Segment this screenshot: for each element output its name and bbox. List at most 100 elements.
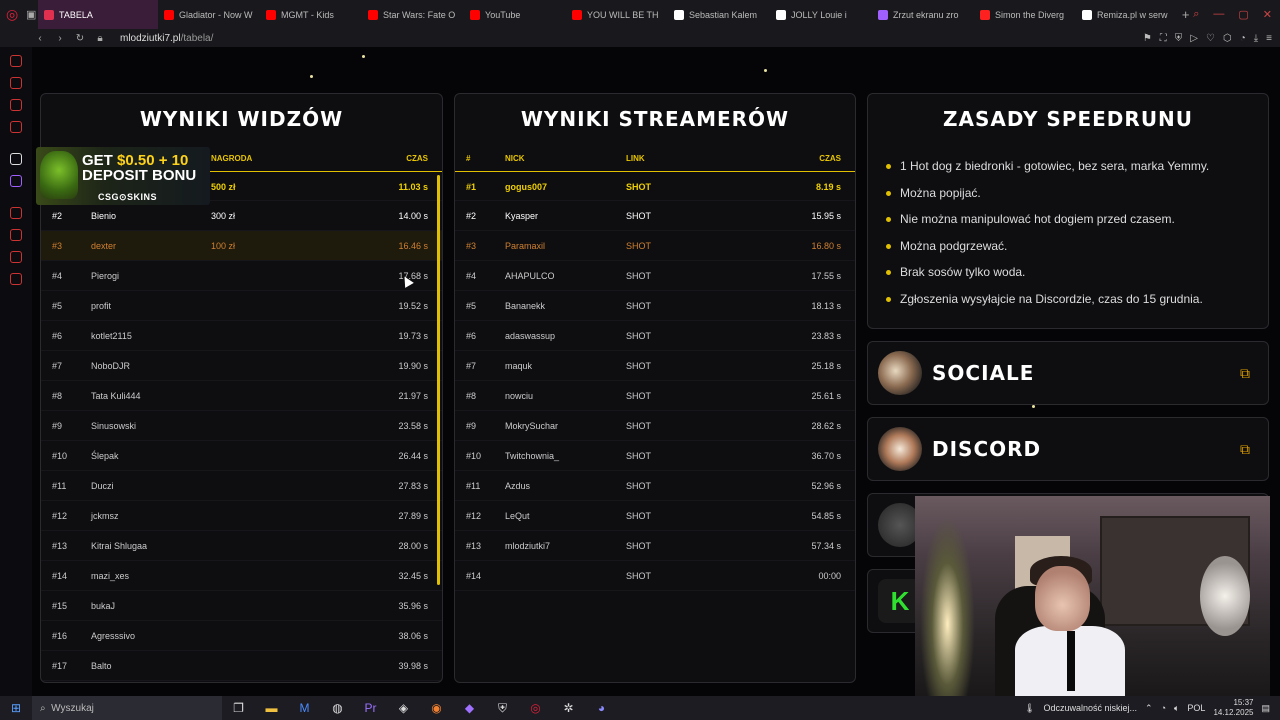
- tab-9[interactable]: Simon the Diverg: [974, 0, 1076, 29]
- arrow-icon[interactable]: [10, 153, 22, 165]
- messenger-icon[interactable]: [10, 99, 22, 111]
- cell-link[interactable]: SHOT: [626, 561, 651, 591]
- tab-1[interactable]: Gladiator - Now W: [158, 0, 260, 29]
- extensions-icon[interactable]: ⬡: [1223, 33, 1232, 44]
- clock-icon[interactable]: [10, 229, 22, 241]
- table-row: #11 Duczi 27.83 s: [41, 471, 442, 501]
- tab-8[interactable]: Zrzut ekranu zro: [872, 0, 974, 29]
- table-row: #16 Agresssivo 38.06 s: [41, 621, 442, 651]
- windows-start-icon[interactable]: ⊞: [0, 701, 32, 715]
- ad-banner[interactable]: GET $0.50 + 10 DEPOSIT BONU CSG⊙SKINS: [36, 147, 210, 205]
- aria-icon[interactable]: [10, 77, 22, 89]
- tab-5[interactable]: YOU WILL BE TH: [566, 0, 668, 29]
- player-icon[interactable]: [10, 207, 22, 219]
- shield-app-icon[interactable]: ⛨: [486, 701, 519, 716]
- cell-link[interactable]: SHOT: [626, 441, 651, 471]
- obsidian-icon[interactable]: ◆: [453, 701, 486, 715]
- cell-nick: kotlet2115: [91, 331, 132, 341]
- streamers-title: WYNIKI STREAMERÓW: [520, 107, 790, 131]
- notifications-icon[interactable]: ▤: [1261, 703, 1270, 714]
- clock[interactable]: 15:37 14.12.2025: [1213, 698, 1253, 718]
- close-icon[interactable]: ✕: [1263, 8, 1272, 21]
- tab-7[interactable]: JOLLY Louie i: [770, 0, 872, 29]
- volume-icon[interactable]: 🔈︎: [1174, 703, 1179, 714]
- lock-icon: 🔒︎: [97, 32, 103, 44]
- search-tabs-icon[interactable]: ⌕: [1193, 8, 1199, 21]
- tab-6[interactable]: Sebastian Kalem: [668, 0, 770, 29]
- tab-favicon-icon: [164, 9, 175, 20]
- explorer-icon[interactable]: ▬: [255, 701, 288, 715]
- cell-rank: #6: [466, 331, 477, 341]
- cell-link[interactable]: SHOT: [626, 351, 651, 381]
- external-link-icon[interactable]: ⧉: [1240, 441, 1250, 458]
- cell-nick: Paramaxil: [505, 241, 546, 251]
- cell-link[interactable]: SHOT: [626, 381, 651, 411]
- shield-icon[interactable]: ⛨: [1175, 33, 1183, 44]
- opera-icon[interactable]: ◎: [519, 701, 552, 715]
- twitch-icon[interactable]: [10, 175, 22, 187]
- tab-2[interactable]: MGMT - Kids: [260, 0, 362, 29]
- bookmark-icon[interactable]: ⚑: [1143, 33, 1152, 44]
- table-row: #4 AHAPULCO SHOT 17.55 s: [455, 261, 855, 291]
- opera-logo-icon[interactable]: ◎: [0, 0, 24, 29]
- language-indicator[interactable]: POL: [1187, 703, 1205, 713]
- cell-link[interactable]: SHOT: [626, 172, 651, 202]
- discord-link[interactable]: DISCORD ⧉: [867, 417, 1269, 481]
- minimize-icon[interactable]: —: [1213, 8, 1224, 21]
- sociale-link[interactable]: SOCIALE ⧉: [867, 341, 1269, 405]
- maximize-icon[interactable]: ▢: [1238, 8, 1248, 21]
- cell-link[interactable]: SHOT: [626, 531, 651, 561]
- history-icon[interactable]: [10, 55, 22, 67]
- download-icon[interactable]: ⤓: [1254, 33, 1258, 44]
- tab-3[interactable]: Star Wars: Fate O: [362, 0, 464, 29]
- cell-time: 15.95 s: [811, 211, 841, 221]
- cell-link[interactable]: SHOT: [626, 471, 651, 501]
- menu-icon[interactable]: ≡: [1266, 33, 1272, 44]
- news-icon[interactable]: [10, 121, 22, 133]
- tab-4[interactable]: YouTube: [464, 0, 566, 29]
- heart-icon[interactable]: ♡: [1206, 33, 1215, 44]
- cell-link[interactable]: SHOT: [626, 231, 651, 261]
- snapshot-icon[interactable]: ⛶: [1160, 33, 1167, 44]
- cell-link[interactable]: SHOT: [626, 411, 651, 441]
- new-tab-button[interactable]: +: [1178, 7, 1193, 22]
- cell-time: 32.45 s: [398, 571, 428, 581]
- url-field[interactable]: mlodziutki7.pl/tabela/: [120, 33, 213, 44]
- steam-icon[interactable]: ◍: [321, 701, 354, 715]
- blender-icon[interactable]: ◉: [420, 701, 453, 715]
- task-view-icon[interactable]: ❐: [222, 701, 255, 715]
- reload-icon[interactable]: ↻: [70, 33, 90, 44]
- pin-icon[interactable]: [10, 251, 22, 263]
- app-icon[interactable]: ◈: [387, 701, 420, 715]
- network-icon[interactable]: ◔: [1161, 703, 1166, 713]
- cell-link[interactable]: SHOT: [626, 261, 651, 291]
- mail-icon[interactable]: M: [288, 701, 321, 715]
- cell-link[interactable]: SHOT: [626, 201, 651, 231]
- tab-10[interactable]: Remiza.pl w serw: [1076, 0, 1178, 29]
- taskbar-search[interactable]: ⌕ Wyszukaj: [32, 696, 222, 720]
- ad-line2: DEPOSIT BONU: [82, 167, 197, 184]
- tray-chevron-icon[interactable]: ⌃: [1145, 703, 1153, 714]
- viewers-scrollbar[interactable]: [437, 175, 440, 585]
- back-icon[interactable]: ‹: [30, 33, 50, 44]
- cell-link[interactable]: SHOT: [626, 321, 651, 351]
- cell-link[interactable]: SHOT: [626, 291, 651, 321]
- tab-0[interactable]: TABELA: [38, 0, 159, 29]
- premiere-icon[interactable]: Pr: [354, 701, 387, 715]
- forward-icon[interactable]: ›: [50, 33, 70, 44]
- table-row: #14 SHOT 00:00: [455, 561, 855, 591]
- weather-text[interactable]: Odczuwalność niskiej...: [1043, 703, 1137, 713]
- rule-item: 1 Hot dog z biedronki - gotowiec, bez se…: [886, 159, 1268, 186]
- cell-rank: #8: [52, 391, 63, 401]
- discord-icon[interactable]: ◕: [585, 701, 618, 715]
- rule-item: Można popijać.: [886, 186, 1268, 213]
- cell-rank: #2: [466, 211, 477, 221]
- cell-link[interactable]: SHOT: [626, 501, 651, 531]
- profile-icon[interactable]: ◔: [1240, 33, 1246, 44]
- play-icon[interactable]: ▷: [1190, 33, 1198, 44]
- chatgpt-icon[interactable]: ✲: [552, 701, 585, 715]
- settings-icon[interactable]: [10, 273, 22, 285]
- external-link-icon[interactable]: ⧉: [1240, 365, 1250, 382]
- workspaces-icon[interactable]: ▣: [24, 0, 38, 29]
- cell-rank: #9: [52, 421, 63, 431]
